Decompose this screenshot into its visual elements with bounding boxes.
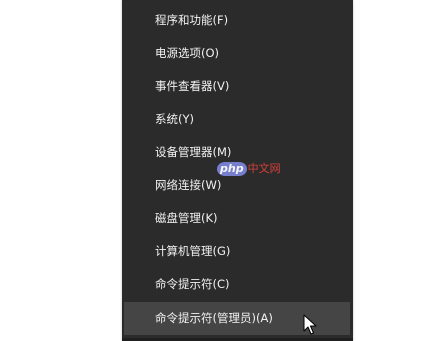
menu-item-programs-features[interactable]: 程序和功能(F): [124, 5, 350, 36]
menu-item-power-options[interactable]: 电源选项(O): [124, 38, 350, 69]
menu-item-network-connections[interactable]: 网络连接(W): [124, 170, 350, 201]
mouse-pointer-icon: [303, 314, 317, 335]
menu-item-system[interactable]: 系统(Y): [124, 104, 350, 135]
menu-item-command-prompt[interactable]: 命令提示符(C): [124, 269, 350, 300]
menu-item-device-manager[interactable]: 设备管理器(M): [124, 137, 350, 168]
menu-item-disk-management[interactable]: 磁盘管理(K): [124, 203, 350, 234]
context-menu: 程序和功能(F) 电源选项(O) 事件查看器(V) 系统(Y) 设备管理器(M)…: [122, 0, 353, 341]
menu-item-computer-management[interactable]: 计算机管理(G): [124, 236, 350, 267]
menu-item-event-viewer[interactable]: 事件查看器(V): [124, 71, 350, 102]
screen: 程序和功能(F) 电源选项(O) 事件查看器(V) 系统(Y) 设备管理器(M)…: [0, 0, 429, 341]
